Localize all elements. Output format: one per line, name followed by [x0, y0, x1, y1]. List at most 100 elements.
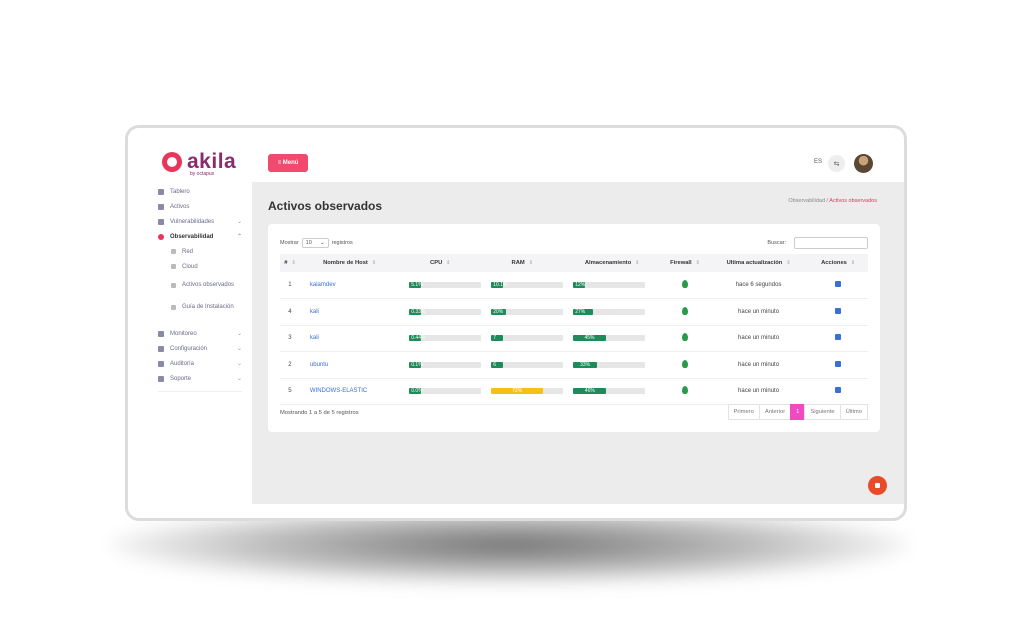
cell-updated: hace un minuto — [708, 351, 809, 379]
bug-icon — [158, 218, 164, 225]
column-header-ram[interactable]: RAM ⇕ — [481, 254, 564, 272]
edit-icon[interactable] — [835, 307, 842, 314]
cell-id: 3 — [280, 325, 300, 352]
sidebar-item-label: Activos observados — [182, 281, 235, 288]
sidebar-item-auditoria[interactable]: Auditoría ⌄ — [158, 356, 242, 371]
sidebar-subitem-activos-observados[interactable]: Activos observados — [158, 274, 242, 296]
sidebar-item-soporte[interactable]: Soporte ⌄ — [158, 371, 242, 386]
firewall-flame-icon — [681, 280, 688, 288]
cell-host-link[interactable]: ubuntu — [299, 351, 400, 379]
breadcrumb: Observabilidad / Activos observados — [788, 198, 877, 204]
cell-host-link[interactable]: WINDOWS-ELASTIC — [299, 378, 400, 405]
avatar[interactable] — [854, 154, 873, 173]
cell-ram: 6 — [481, 351, 564, 379]
search-input[interactable] — [794, 237, 868, 249]
cell-host-link[interactable]: kalamdev — [299, 272, 400, 299]
storage-usage-bar: 12% — [573, 282, 646, 288]
search-icon — [158, 233, 164, 240]
language-selector[interactable]: ES — [814, 159, 822, 165]
pager-previous[interactable]: Anterior — [758, 404, 792, 420]
support-chat-button[interactable] — [868, 476, 887, 495]
storage-usage-value: 12% — [575, 282, 586, 288]
edit-icon[interactable] — [835, 360, 842, 367]
sidebar-item-configuracion[interactable]: Configuración ⌄ — [158, 341, 242, 356]
page-length-value: 10 — [305, 240, 312, 246]
column-header-label: Firewall — [670, 260, 692, 266]
cell-firewall — [661, 298, 709, 326]
edit-icon[interactable] — [835, 387, 842, 394]
edit-icon[interactable] — [835, 334, 842, 341]
cell-host-link[interactable]: kali — [299, 298, 400, 326]
search-label: Buscar: — [767, 240, 786, 246]
sidebar-item-observabilidad[interactable]: Observabilidad ⌃ — [158, 229, 242, 244]
firewall-flame-icon — [681, 386, 688, 395]
page-title: Activos observados — [268, 199, 383, 213]
sidebar-item-monitoreo[interactable]: Monitoreo ⌄ — [158, 326, 242, 341]
pager-next[interactable]: Siguiente — [804, 404, 841, 420]
stage: akila by octapus Tablero Activos Vulnera… — [0, 0, 1024, 640]
table-row[interactable]: 2 ubuntu 0.1% 6 33% hace un minuto — [280, 351, 868, 379]
cell-actions — [808, 272, 868, 299]
breadcrumb-parent[interactable]: Observabilidad — [788, 198, 825, 204]
ram-usage-value: 7 — [493, 335, 497, 342]
gear-icon — [158, 345, 164, 352]
column-header-storage[interactable]: Almacenamiento ⇕ — [563, 254, 662, 272]
pager-page-1[interactable]: 1 — [790, 404, 806, 420]
sidebar-item-tablero[interactable]: Tablero — [158, 184, 242, 199]
show-suffix: registros — [331, 240, 353, 246]
column-header-firewall[interactable]: Firewall ⇕ — [661, 254, 709, 272]
sort-icon: ⇕ — [528, 260, 533, 266]
sidebar-item-label: Guía de Instalación — [182, 303, 234, 310]
breadcrumb-separator: / — [826, 198, 829, 204]
cell-cpu: 0.44% — [399, 325, 482, 352]
table-row[interactable]: 4 kali 0.33% 20% 27% hace un minuto — [280, 298, 868, 326]
sidebar-nav: Tablero Activos Vulnerabilidades ⌄ Obser… — [158, 184, 242, 397]
column-header-cpu[interactable]: CPU ⇕ — [399, 254, 482, 272]
brand-sub: by octapus — [190, 171, 215, 177]
table-card: Mostrar 10 ⌄ registros Buscar: # ⇕ Nombr… — [268, 224, 880, 432]
pagination: Primero Anterior 1 Siguiente Último — [727, 404, 868, 420]
sort-icon: ⇕ — [850, 260, 856, 266]
firewall-flame-icon — [681, 359, 688, 368]
cell-storage: 27% — [563, 298, 662, 326]
sidebar-subitem-guia[interactable]: Guía de Instalación — [158, 296, 242, 318]
page-length-select[interactable]: 10 ⌄ — [301, 238, 329, 248]
sort-icon: ⇕ — [291, 260, 296, 266]
column-header-host[interactable]: Nombre de Host ⇕ — [299, 254, 400, 272]
cpu-usage-value: 0.1% — [411, 361, 423, 368]
cell-updated: hace un minuto — [708, 298, 809, 326]
sidebar-item-label: Soporte — [170, 375, 192, 382]
network-icon — [171, 249, 176, 254]
pager-last[interactable]: Último — [839, 404, 868, 420]
edit-icon[interactable] — [835, 281, 842, 287]
sidebar-item-label: Activos — [170, 203, 190, 210]
column-header-updated[interactable]: Ultima actualización ⇕ — [708, 254, 809, 272]
cell-storage: 45% — [563, 325, 662, 352]
assets-table: # ⇕ Nombre de Host ⇕ CPU ⇕ RAM ⇕ Almacenamie… — [280, 254, 868, 405]
cell-id: 2 — [280, 351, 300, 379]
sidebar-item-activos[interactable]: Activos — [158, 199, 242, 214]
column-header-label: Ultima actualización — [726, 260, 783, 266]
menu-button[interactable]: ≡ Menú — [268, 154, 308, 172]
cell-host-link[interactable]: kali — [299, 325, 400, 352]
table-row[interactable]: 5 WINDOWS-ELASTIC 0.0% 72% 46% hace un m… — [280, 378, 868, 405]
sidebar-item-vulnerabilidades[interactable]: Vulnerabilidades ⌄ — [158, 214, 242, 229]
cell-actions — [808, 325, 868, 352]
ram-usage-value: 20% — [493, 308, 504, 315]
sidebar-subitem-cloud[interactable]: Cloud — [158, 259, 242, 274]
table-row[interactable]: 1 kalamdev 5.1% 10.1% 12% hace 6 segundo… — [280, 272, 868, 299]
column-header-id[interactable]: # ⇕ — [280, 254, 300, 272]
column-header-actions[interactable]: Acciones ⇕ — [808, 254, 868, 272]
translate-icon[interactable]: ⇆ — [828, 155, 845, 172]
storage-usage-value: 46% — [584, 388, 595, 395]
pager-first[interactable]: Primero — [727, 404, 760, 420]
brand-logo[interactable]: akila — [162, 151, 236, 172]
ram-usage-value: 72% — [512, 388, 523, 395]
breadcrumb-current: Activos observados — [829, 198, 877, 204]
cpu-usage-bar: 0.1% — [409, 361, 482, 368]
ram-usage-value: 10.1% — [493, 282, 508, 288]
page-length-control: Mostrar 10 ⌄ registros — [280, 238, 353, 248]
sidebar-subitem-red[interactable]: Red — [158, 244, 242, 259]
table-row[interactable]: 3 kali 0.44% 7 45% hace un minuto — [280, 325, 868, 352]
